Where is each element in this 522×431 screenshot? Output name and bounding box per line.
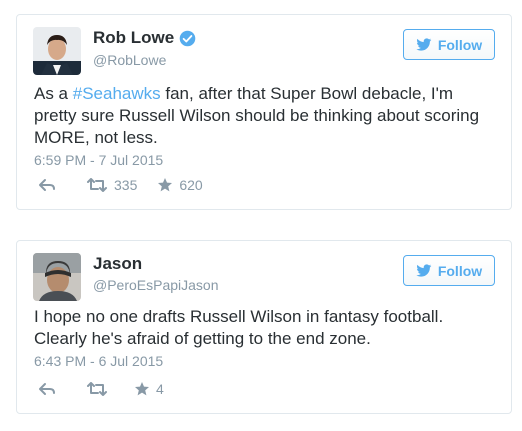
- tweet-actions: 335 620: [38, 177, 223, 193]
- display-name[interactable]: Rob Lowe: [93, 28, 174, 48]
- reply-icon: [39, 179, 55, 191]
- favorite-button[interactable]: 620: [157, 177, 203, 193]
- verified-badge-icon: [179, 30, 196, 46]
- reply-button[interactable]: [38, 382, 56, 396]
- tweet-text: I hope no one drafts Russell Wilson in f…: [34, 307, 444, 348]
- username[interactable]: @PeroEsPapiJason: [93, 277, 219, 293]
- tweet-card: Jason @PeroEsPapiJason Follow I hope no …: [16, 240, 512, 414]
- favorite-count: 4: [156, 381, 164, 397]
- tweet-text: As a #Seahawks fan, after that Super Bow…: [34, 83, 498, 149]
- username[interactable]: @RobLowe: [93, 52, 166, 68]
- retweet-icon: [87, 382, 107, 396]
- twitter-bird-icon: [416, 37, 432, 51]
- follow-label: Follow: [437, 36, 483, 53]
- favorite-count: 620: [179, 177, 203, 193]
- tweet-actions: 4: [38, 381, 184, 397]
- retweet-button[interactable]: [86, 382, 114, 396]
- display-name[interactable]: Jason: [93, 254, 142, 274]
- tweet-text-start: As a: [34, 84, 73, 103]
- hashtag-link[interactable]: #Seahawks: [73, 84, 161, 103]
- favorite-button[interactable]: 4: [134, 381, 164, 397]
- timestamp[interactable]: 6:43 PM - 6 Jul 2015: [34, 353, 163, 369]
- retweet-icon: [87, 178, 107, 192]
- tweet-card: Rob Lowe @RobLowe Follow As a #Seahawks …: [16, 14, 512, 210]
- twitter-bird-icon: [416, 263, 432, 277]
- follow-button[interactable]: Follow: [403, 29, 495, 60]
- star-icon: [135, 382, 149, 396]
- retweet-count: 335: [114, 177, 138, 193]
- reply-button[interactable]: [38, 178, 56, 192]
- reply-icon: [39, 383, 55, 395]
- timestamp[interactable]: 6:59 PM - 7 Jul 2015: [34, 152, 163, 168]
- star-icon: [158, 178, 173, 192]
- avatar[interactable]: [33, 253, 81, 301]
- follow-button[interactable]: Follow: [403, 255, 495, 286]
- avatar[interactable]: [33, 27, 81, 75]
- follow-label: Follow: [437, 262, 483, 279]
- retweet-button[interactable]: 335: [86, 177, 137, 193]
